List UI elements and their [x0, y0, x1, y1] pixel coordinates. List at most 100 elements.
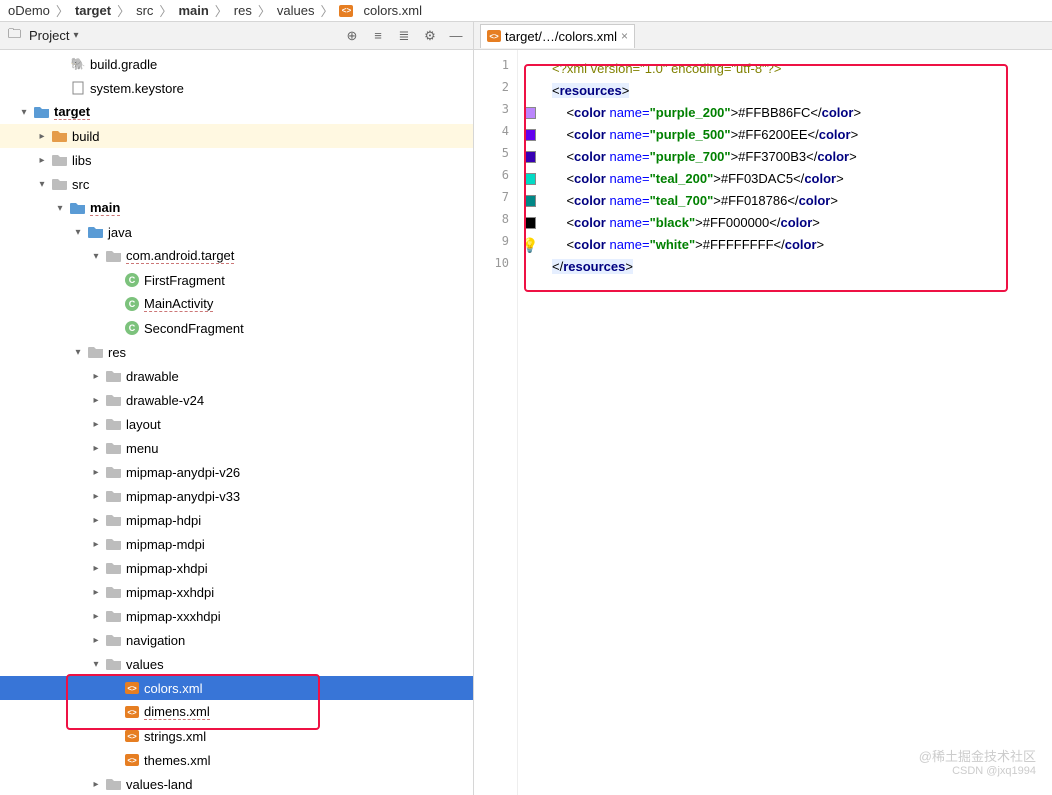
tree-item-label: system.keystore: [90, 81, 184, 96]
tree-item-label: mipmap-xhdpi: [126, 561, 208, 576]
breadcrumb: oDemo〉target〉src〉main〉res〉values〉<>color…: [0, 0, 1052, 22]
expand-arrow-icon[interactable]: ▸: [90, 611, 102, 622]
color-swatch[interactable]: [524, 173, 536, 185]
expand-arrow-icon[interactable]: ▸: [36, 155, 48, 166]
breadcrumb-item[interactable]: src: [136, 3, 153, 18]
expand-arrow-icon[interactable]: ▾: [36, 179, 48, 190]
breadcrumb-item[interactable]: target: [75, 3, 111, 18]
expand-arrow-icon[interactable]: ▸: [90, 635, 102, 646]
tree-item-label: mipmap-xxxhdpi: [126, 609, 221, 624]
project-icon: 🗀: [8, 25, 21, 47]
tree-item[interactable]: ▸drawable: [0, 364, 473, 388]
tree-item[interactable]: <>themes.xml: [0, 748, 473, 772]
expand-arrow-icon[interactable]: ▾: [72, 347, 84, 358]
tree-item[interactable]: ▸ layout: [0, 412, 473, 436]
tree-item[interactable]: ▾values: [0, 652, 473, 676]
breadcrumb-item[interactable]: main: [178, 3, 208, 18]
expand-arrow-icon[interactable]: ▸: [36, 131, 48, 142]
color-swatch[interactable]: [524, 217, 536, 229]
breadcrumb-item[interactable]: colors.xml: [363, 3, 422, 18]
tabbar: <> target/…/colors.xml ×: [474, 22, 1052, 50]
tree-item-label: mipmap-xxhdpi: [126, 585, 214, 600]
tree-item[interactable]: ▸ menu: [0, 436, 473, 460]
expand-arrow-icon[interactable]: ▸: [90, 395, 102, 406]
color-swatch[interactable]: [524, 151, 536, 163]
expand-arrow-icon[interactable]: ▾: [18, 107, 30, 118]
color-swatch[interactable]: [524, 195, 536, 207]
expand-arrow-icon[interactable]: ▸: [90, 587, 102, 598]
bulb-icon[interactable]: 💡: [521, 237, 538, 254]
expand-arrow-icon[interactable]: ▸: [90, 563, 102, 574]
expand-arrow-icon[interactable]: ▸: [90, 491, 102, 502]
tree-item[interactable]: ▾src: [0, 172, 473, 196]
tree-item[interactable]: ▸ mipmap-xxhdpi: [0, 580, 473, 604]
tree-item[interactable]: ▸ mipmap-xxxhdpi: [0, 604, 473, 628]
tree-item[interactable]: ▾com.android.target: [0, 244, 473, 268]
tree-item-label: themes.xml: [144, 753, 210, 768]
tree-item[interactable]: ▾res: [0, 340, 473, 364]
tree-item[interactable]: ▸mipmap-mdpi: [0, 532, 473, 556]
tree-item-label: mipmap-anydpi-v26: [126, 465, 240, 480]
color-swatch[interactable]: [524, 107, 536, 119]
swatch-gutter: 💡: [518, 50, 542, 795]
expand-arrow-icon[interactable]: ▾: [90, 251, 102, 262]
expand-arrow-icon[interactable]: ▸: [90, 443, 102, 454]
tree-item[interactable]: ▾java: [0, 220, 473, 244]
expand-arrow-icon[interactable]: ▾: [90, 659, 102, 670]
project-tree[interactable]: 🐘build.gradle system.keystore ▾ target ▸ buil…: [0, 50, 473, 795]
tree-item[interactable]: ▸mipmap-anydpi-v33: [0, 484, 473, 508]
close-tab-icon[interactable]: ×: [621, 29, 628, 43]
editor-panel: <> target/…/colors.xml × 12345678910 💡 <…: [474, 22, 1052, 795]
tree-item-label: strings.xml: [144, 729, 206, 744]
tree-item[interactable]: ▸drawable-v24: [0, 388, 473, 412]
tree-item[interactable]: <>dimens.xml: [0, 700, 473, 724]
flatten-icon[interactable]: ≣: [395, 27, 413, 45]
breadcrumb-item[interactable]: values: [277, 3, 315, 18]
tree-item-label: MainActivity: [144, 296, 213, 312]
target-icon[interactable]: ⊕: [343, 27, 361, 45]
expand-arrow-icon[interactable]: ▸: [90, 419, 102, 430]
line-gutter: 12345678910: [474, 50, 518, 795]
editor[interactable]: 12345678910 💡 <?xml version="1.0" encodi…: [474, 50, 1052, 795]
sort-icon[interactable]: ≡: [369, 27, 387, 45]
expand-arrow-icon[interactable]: ▾: [54, 203, 66, 214]
panel-title[interactable]: Project: [29, 28, 69, 43]
tree-item-label: layout: [126, 417, 161, 432]
code-area[interactable]: <?xml version="1.0" encoding="utf-8"?><r…: [542, 50, 1052, 795]
editor-tab[interactable]: <> target/…/colors.xml ×: [480, 24, 635, 48]
project-panel: 🗀 Project ▾ ⊕ ≡ ≣ ⚙ — 🐘build.gradle syste…: [0, 22, 474, 795]
gear-icon[interactable]: ⚙: [421, 27, 439, 45]
tree-item[interactable]: CSecondFragment: [0, 316, 473, 340]
tree-item[interactable]: ▾main: [0, 196, 473, 220]
tree-item[interactable]: <>strings.xml: [0, 724, 473, 748]
dropdown-chevron-icon[interactable]: ▾: [73, 30, 78, 41]
tree-item[interactable]: 🐘build.gradle: [0, 52, 473, 76]
tree-item[interactable]: ▸mipmap-hdpi: [0, 508, 473, 532]
tree-item[interactable]: CFirstFragment: [0, 268, 473, 292]
tree-item[interactable]: system.keystore: [0, 76, 473, 100]
expand-arrow-icon[interactable]: ▸: [90, 467, 102, 478]
tree-item[interactable]: ▸ mipmap-xhdpi: [0, 556, 473, 580]
tree-item[interactable]: ▸libs: [0, 148, 473, 172]
breadcrumb-item[interactable]: res: [234, 3, 252, 18]
expand-arrow-icon[interactable]: ▾: [72, 227, 84, 238]
collapse-icon[interactable]: —: [447, 27, 465, 45]
expand-arrow-icon[interactable]: ▸: [90, 371, 102, 382]
breadcrumb-item[interactable]: oDemo: [8, 3, 50, 18]
expand-arrow-icon[interactable]: ▸: [90, 515, 102, 526]
tree-item[interactable]: ▸ build: [0, 124, 473, 148]
tree-item[interactable]: ▸values-land: [0, 772, 473, 795]
tree-item-label: build: [72, 129, 99, 144]
tab-label: target/…/colors.xml: [505, 29, 617, 44]
expand-arrow-icon[interactable]: ▸: [90, 539, 102, 550]
tree-item-label: target: [54, 104, 90, 120]
tree-item[interactable]: ▸ mipmap-anydpi-v26: [0, 460, 473, 484]
tree-item[interactable]: <>colors.xml: [0, 676, 473, 700]
expand-arrow-icon[interactable]: ▸: [90, 779, 102, 790]
tree-item[interactable]: ▾ target: [0, 100, 473, 124]
tree-item-label: menu: [126, 441, 159, 456]
color-swatch[interactable]: [524, 129, 536, 141]
panel-header: 🗀 Project ▾ ⊕ ≡ ≣ ⚙ —: [0, 22, 473, 50]
tree-item[interactable]: CMainActivity: [0, 292, 473, 316]
tree-item[interactable]: ▸navigation: [0, 628, 473, 652]
